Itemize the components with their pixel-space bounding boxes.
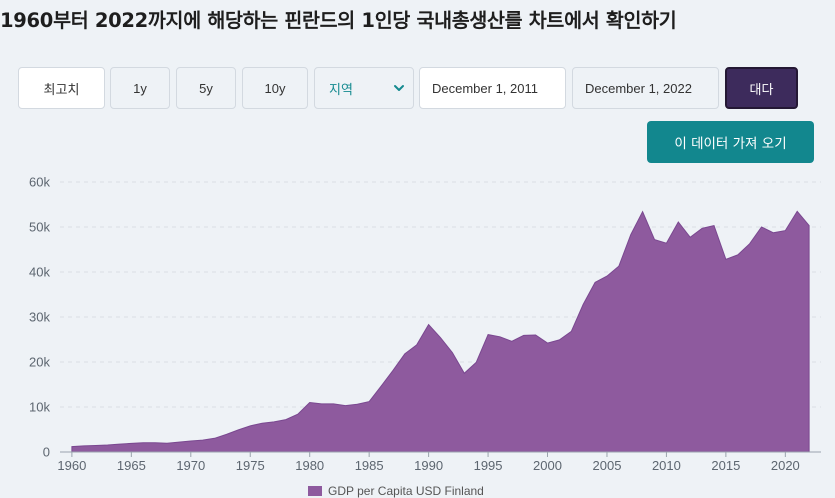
x-tick-label: 1970 xyxy=(176,458,205,473)
x-tick-label: 1985 xyxy=(355,458,384,473)
x-tick-label: 2020 xyxy=(771,458,800,473)
gdp-area-series xyxy=(71,210,810,453)
x-tick-label: 1965 xyxy=(117,458,146,473)
x-tick-label: 1975 xyxy=(236,458,265,473)
gdp-area-chart: 0 10k 20k 30k 40k 50k 60k 1960 1965 1970 1975 1980… xyxy=(29,175,821,473)
y-tick-label: 10k xyxy=(29,400,50,415)
y-tick-label: 60k xyxy=(29,175,50,190)
legend-label: GDP per Capita USD Finland xyxy=(328,484,484,498)
chart-legend[interactable]: GDP per Capita USD Finland xyxy=(308,484,484,498)
y-tick-label: 20k xyxy=(29,355,50,370)
x-tick-label: 2010 xyxy=(652,458,681,473)
x-tick-label: 2000 xyxy=(533,458,562,473)
legend-swatch xyxy=(308,486,322,496)
x-tick-label: 1960 xyxy=(57,458,86,473)
x-tick-label: 2015 xyxy=(711,458,740,473)
y-tick-label: 50k xyxy=(29,220,50,235)
x-tick-label: 1990 xyxy=(414,458,443,473)
y-tick-label: 0 xyxy=(43,445,50,460)
x-tick-label: 2005 xyxy=(593,458,622,473)
y-tick-label: 30k xyxy=(29,310,50,325)
x-tick-label: 1995 xyxy=(474,458,503,473)
x-tick-label: 1980 xyxy=(295,458,324,473)
y-tick-label: 40k xyxy=(29,265,50,280)
